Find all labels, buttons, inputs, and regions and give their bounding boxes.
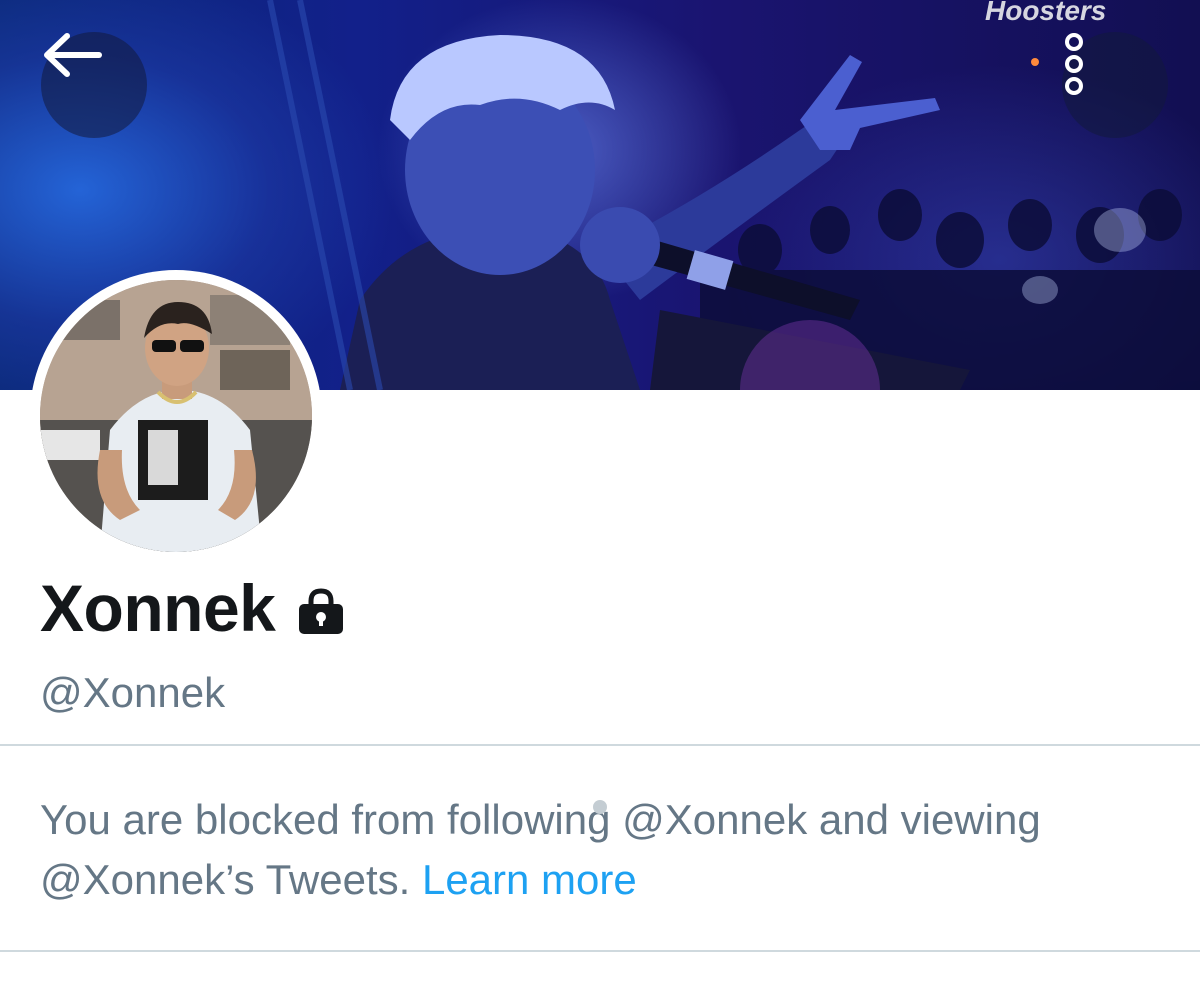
back-button[interactable] xyxy=(41,32,147,138)
more-options-button[interactable] xyxy=(1062,32,1168,138)
vertical-dots-icon xyxy=(1065,33,1083,95)
banner-logo-text: Hoosters xyxy=(985,0,1106,26)
lock-icon xyxy=(295,586,347,638)
profile-handle: @Xonnek xyxy=(40,669,226,716)
blocked-notice: You are blocked from following @Xonnek a… xyxy=(40,790,1180,910)
arrow-left-icon xyxy=(44,33,102,77)
divider xyxy=(0,744,1200,746)
scroll-indicator xyxy=(593,800,607,814)
display-name: Xonnek xyxy=(40,571,276,645)
avatar-image xyxy=(40,280,312,552)
avatar[interactable] xyxy=(30,270,322,562)
profile-page: Hoosters Xonnek @Xonnek You are blocked … xyxy=(0,0,1200,995)
profile-name-row: Xonnek xyxy=(40,568,347,648)
learn-more-link[interactable]: Learn more xyxy=(422,856,637,903)
divider xyxy=(0,950,1200,952)
